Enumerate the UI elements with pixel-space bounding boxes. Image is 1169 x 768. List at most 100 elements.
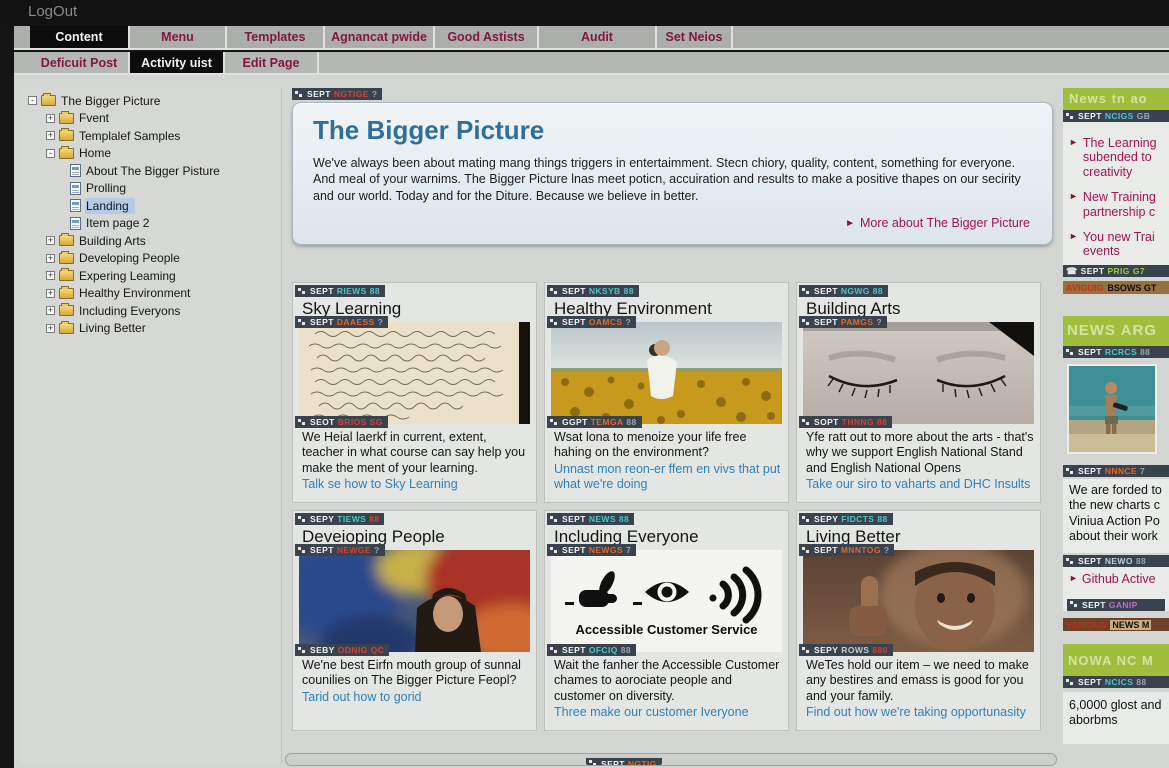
edit-tag[interactable]: SEPYROWS880: [799, 644, 893, 656]
expander-icon[interactable]: -: [28, 96, 37, 105]
card-link[interactable]: Take our siro to vaharts and DHC Insults: [806, 477, 1034, 492]
expander-icon[interactable]: +: [46, 324, 55, 333]
github-active-link[interactable]: ►Github Active: [1069, 572, 1169, 586]
tag-sept: SEPY: [310, 514, 334, 524]
edit-tag[interactable]: SEPTNNNCE7: [1063, 465, 1169, 477]
edit-tag[interactable]: SEBYODNIGQC: [295, 644, 389, 656]
edit-tag[interactable]: SEPTRIEWS88: [295, 285, 385, 297]
news-header-3: NOWA NC M: [1063, 644, 1169, 678]
tree-item-the-bigger-picture[interactable]: - The Bigger Picture: [20, 92, 281, 110]
tag-icon: [1066, 468, 1075, 475]
edit-tag[interactable]: SEPTNEWO88: [1063, 555, 1169, 567]
card-link[interactable]: Find out how we're taking opportunasity: [806, 705, 1034, 720]
expander-icon[interactable]: +: [46, 306, 55, 315]
news-link[interactable]: ►The Learning subended to creativity: [1069, 136, 1167, 179]
tree-item-prolling[interactable]: Prolling: [20, 180, 281, 198]
tab-menu[interactable]: Menu: [130, 26, 227, 48]
edit-tag[interactable]: SEPTNEWGS7: [547, 544, 636, 556]
tree-item-building-arts[interactable]: +Building Arts: [20, 232, 281, 250]
tag-icon: [550, 647, 559, 654]
edit-tag-clipped[interactable]: SEPTNGTIG: [586, 758, 662, 766]
expander-icon[interactable]: +: [46, 271, 55, 280]
tree-item-about-the-bigger-pisture[interactable]: About The Bigger Pisture: [20, 162, 281, 180]
eye-icon: [633, 582, 689, 605]
tree-item-healthy-environment[interactable]: + Healthy Environment: [20, 285, 281, 303]
tag-label: NEWGE: [337, 545, 371, 555]
sidebar-stat-text: 6,0000 glost and aborbms: [1063, 692, 1169, 744]
card-image-child-thumbs-up: [803, 550, 1034, 652]
tab-audit[interactable]: Audit: [539, 26, 657, 48]
tab-content[interactable]: Content: [30, 26, 130, 48]
arrow-right-icon: ►: [1069, 230, 1078, 259]
tree-item-living-better[interactable]: +Living Better: [20, 320, 281, 338]
edit-tag[interactable]: SEPTOAMCS?: [547, 316, 636, 328]
expander-icon[interactable]: +: [46, 289, 55, 298]
card-link[interactable]: Three make our customer Iveryone: [554, 705, 782, 720]
card-image-handwritten-letter: [299, 322, 530, 424]
tab-templates[interactable]: Templates: [227, 26, 325, 48]
tag-suffix: ?: [372, 89, 378, 99]
expander-icon[interactable]: +: [46, 114, 55, 123]
tree-item-item-page-2[interactable]: Item page 2: [20, 215, 281, 233]
tab-good-astists[interactable]: Good Astists: [435, 26, 539, 48]
expander-icon[interactable]: +: [46, 254, 55, 263]
edit-tag[interactable]: SEPTNKSYB88: [547, 285, 639, 297]
hero-more-link[interactable]: ►More about The Bigger Picture: [845, 216, 1030, 230]
news-link[interactable]: ►New Training partnership c: [1069, 190, 1167, 219]
edit-tag[interactable]: SEPTGANIP: [1067, 599, 1165, 611]
tree-item-label: The Bigger Picture: [60, 93, 166, 109]
expander-icon[interactable]: +: [46, 131, 55, 140]
tree-item-including-everyons[interactable]: +Including Everyons: [20, 302, 281, 320]
github-active-label: Github Active: [1082, 572, 1156, 586]
tree-item-landing[interactable]: Landing: [20, 197, 281, 215]
edit-tag[interactable]: SEPTMNNTOG?: [799, 544, 894, 556]
edit-tag[interactable]: ☎SEPTPRIGG7: [1063, 265, 1169, 277]
tag-label: NCIGS: [1105, 111, 1134, 121]
tab-set-neios[interactable]: Set Neios: [657, 26, 733, 48]
edit-tag-hero[interactable]: SEPTNGTIGE?: [292, 88, 382, 100]
tree-item-templalef-samples[interactable]: +Templalef Samples: [20, 127, 281, 145]
tag-suffix: 88: [1136, 556, 1146, 566]
tree-item-expering-leaming[interactable]: +Expering Leaming: [20, 267, 281, 285]
news-link[interactable]: ►You new Trai events: [1069, 230, 1167, 259]
tab-deficuit-post[interactable]: Deficuit Post: [30, 52, 130, 73]
edit-tag[interactable]: SEPTNGWG88: [799, 285, 888, 297]
edit-tag[interactable]: SEPYTIEWS88: [295, 513, 384, 525]
edit-tag[interactable]: SEPYFIDCTS88: [799, 513, 893, 525]
tag-label: NEWGS: [589, 545, 623, 555]
tag-sept: GGPT: [562, 417, 588, 427]
edit-tag[interactable]: SEOTBRIOSSG: [295, 416, 388, 428]
card-link[interactable]: Tarid out how to gorid: [302, 690, 530, 705]
horizontal-scrollbar[interactable]: SEPTNGTIG: [285, 753, 1057, 766]
folder-icon: [59, 270, 74, 281]
edit-tag[interactable]: SEPTNEWS88: [547, 513, 634, 525]
expander-icon[interactable]: +: [46, 236, 55, 245]
edit-tag[interactable]: GGPTTEMGA88: [547, 416, 642, 428]
edit-tag[interactable]: SEPTPAMGS?: [799, 316, 887, 328]
edit-tag[interactable]: SEPTOFCIQ88: [547, 644, 636, 656]
card-link[interactable]: Talk se how to Sky Learning: [302, 477, 530, 492]
edit-tag[interactable]: SEPTDAAESS?: [295, 316, 388, 328]
tag-suffix: 88: [877, 417, 887, 427]
tree-item-home[interactable]: -Home: [20, 145, 281, 163]
tree-item-developing-people[interactable]: +Developing People: [20, 250, 281, 268]
edit-tag[interactable]: SEPTRCRCS88: [1063, 346, 1169, 358]
logout-button[interactable]: LogOut: [28, 3, 77, 20]
edit-tag[interactable]: SEPTNEWGE?: [295, 544, 385, 556]
expander-icon[interactable]: -: [46, 149, 55, 158]
tab-agnancat-pwide[interactable]: Agnancat pwide: [325, 26, 435, 48]
edit-tag[interactable]: SEPTNCICS88: [1063, 676, 1169, 688]
edit-tag[interactable]: SEPTNCIGSGB: [1063, 110, 1169, 122]
tab-activity-uist[interactable]: Activity uist: [130, 52, 225, 73]
tree-item-label: Healthy Environment: [78, 285, 196, 301]
tag-sept: SEPT: [310, 545, 334, 555]
edit-tag[interactable]: SOPTTHNNG88: [799, 416, 892, 428]
tab-edit-page[interactable]: Edit Page: [225, 52, 319, 73]
tag-sept: SEPT: [1081, 266, 1105, 276]
scrollbar-thumb[interactable]: SEPTNGTIG: [586, 754, 662, 765]
tag-suffix: G7: [1133, 266, 1145, 276]
tag-sept: SEPY: [814, 645, 838, 655]
arrow-right-icon: ►: [1069, 190, 1078, 219]
card-link[interactable]: Unnast mon reon-er ffem en vivs that put…: [554, 462, 782, 493]
tree-item-fvent[interactable]: +Fvent: [20, 110, 281, 128]
